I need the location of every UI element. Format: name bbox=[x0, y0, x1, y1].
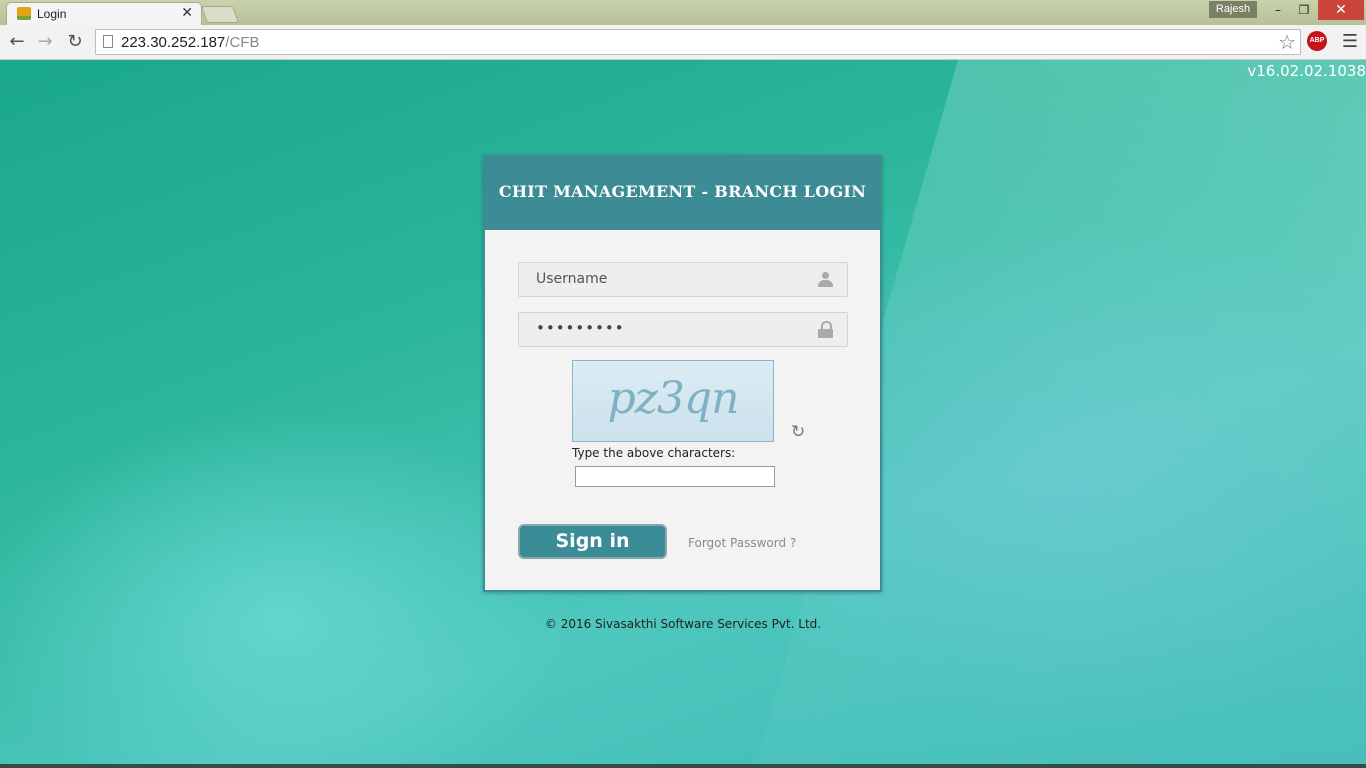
login-card: CHIT MANAGEMENT - BRANCH LOGIN Username … bbox=[483, 155, 882, 592]
favicon-icon bbox=[17, 7, 31, 20]
window-maximize-button[interactable]: ❐ bbox=[1290, 0, 1318, 20]
page-icon bbox=[103, 35, 113, 48]
close-tab-icon[interactable]: ✕ bbox=[181, 5, 193, 21]
version-label: v16.02.02.1038 bbox=[1247, 62, 1366, 80]
window-minimize-button[interactable]: – bbox=[1264, 0, 1292, 20]
address-bar[interactable]: 223.30.252.187/CFB ☆ bbox=[95, 29, 1301, 55]
taskbar-edge bbox=[0, 764, 1366, 768]
tab-strip: Login ✕ Rajesh – ❐ ✕ bbox=[0, 0, 1366, 25]
browser-toolbar: ← → ↻ 223.30.252.187/CFB ☆ ABP ☰ bbox=[0, 25, 1366, 60]
profile-badge[interactable]: Rajesh bbox=[1209, 1, 1257, 18]
url-path: /CFB bbox=[225, 34, 260, 51]
browser-tab[interactable]: Login ✕ bbox=[6, 2, 202, 25]
new-tab-button[interactable] bbox=[200, 6, 240, 23]
page-background: v16.02.02.1038 CHIT MANAGEMENT - BRANCH … bbox=[0, 60, 1366, 768]
url-text[interactable]: 223.30.252.187/CFB bbox=[121, 34, 259, 51]
login-header: CHIT MANAGEMENT - BRANCH LOGIN bbox=[483, 155, 882, 230]
star-icon[interactable]: ☆ bbox=[1278, 31, 1296, 53]
lock-icon bbox=[818, 321, 833, 338]
captcha-label: Type the above characters: bbox=[572, 446, 736, 460]
login-title: CHIT MANAGEMENT - BRANCH LOGIN bbox=[498, 182, 867, 201]
hamburger-menu-icon[interactable]: ☰ bbox=[1340, 31, 1360, 53]
forgot-password-link[interactable]: Forgot Password ? bbox=[688, 536, 796, 550]
username-input[interactable]: Username bbox=[518, 262, 848, 297]
back-arrow-icon[interactable]: ← bbox=[6, 31, 28, 53]
reload-icon[interactable]: ↻ bbox=[64, 31, 86, 53]
forward-arrow-icon[interactable]: → bbox=[34, 31, 56, 53]
sign-in-button[interactable]: Sign in bbox=[518, 524, 667, 559]
password-input[interactable]: ••••••••• bbox=[518, 312, 848, 347]
user-icon bbox=[818, 272, 833, 287]
copyright-text: © 2016 Sivasakthi Software Services Pvt.… bbox=[544, 617, 822, 631]
url-host: 223.30.252.187 bbox=[121, 34, 226, 51]
window-close-button[interactable]: ✕ bbox=[1318, 0, 1364, 20]
refresh-captcha-icon[interactable]: ↻ bbox=[791, 423, 805, 441]
adblock-icon[interactable]: ABP bbox=[1307, 31, 1327, 51]
captcha-input[interactable] bbox=[575, 466, 775, 487]
password-value: ••••••••• bbox=[536, 319, 625, 337]
captcha-text: pz3qn bbox=[607, 373, 740, 424]
captcha-image: pz3qn bbox=[572, 360, 774, 442]
username-placeholder: Username bbox=[536, 271, 608, 287]
tab-title: Login bbox=[37, 7, 67, 21]
